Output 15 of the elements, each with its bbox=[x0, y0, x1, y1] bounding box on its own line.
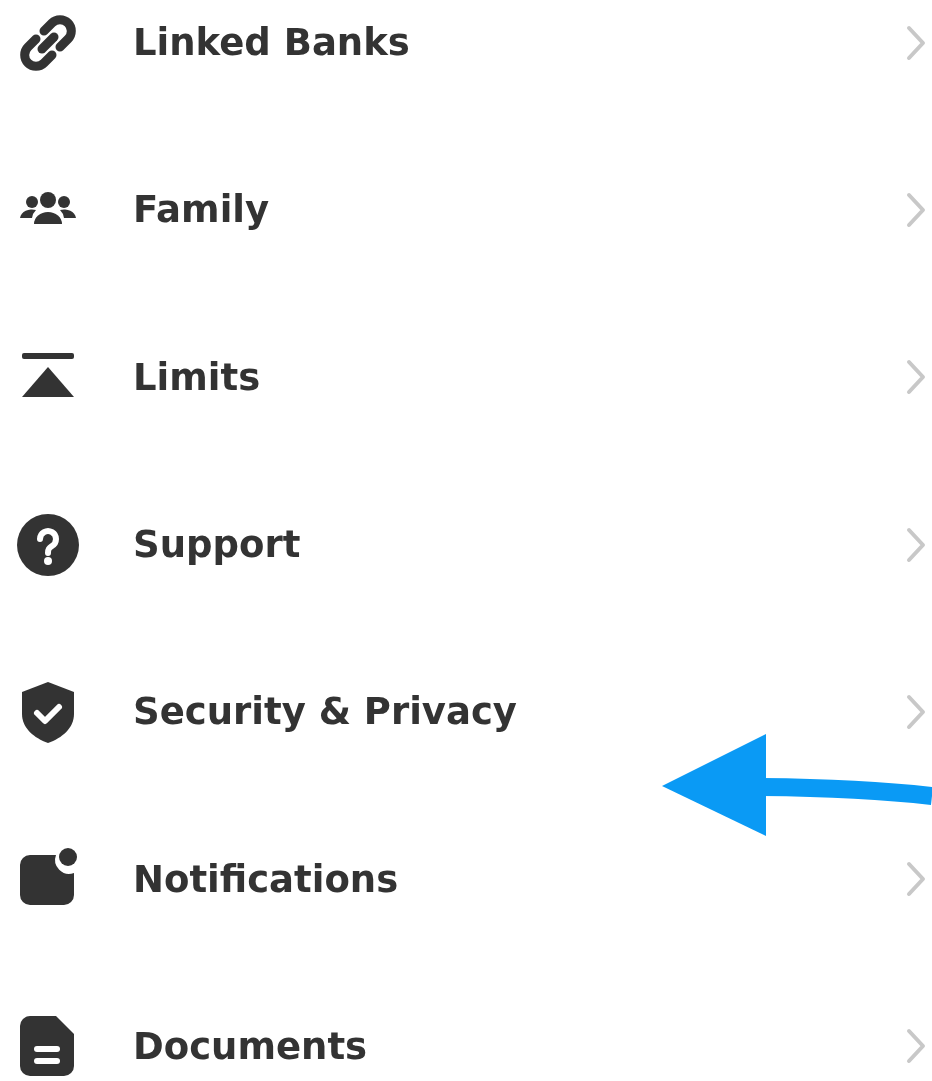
menu-item[interactable]: Family bbox=[0, 126, 932, 294]
chevron-icon bbox=[906, 693, 926, 730]
menu-item[interactable]: Documents bbox=[0, 962, 932, 1081]
menu-item[interactable]: Support bbox=[0, 460, 932, 629]
chevron-icon bbox=[906, 1028, 926, 1065]
menu-item[interactable]: Linked Banks bbox=[0, 0, 932, 127]
menu-item[interactable]: Security & Privacy bbox=[0, 628, 932, 796]
chevron-icon bbox=[906, 24, 926, 61]
chevron-icon bbox=[906, 861, 926, 898]
menu-item[interactable]: Notifications bbox=[0, 795, 932, 963]
chevron-icon bbox=[906, 526, 926, 563]
chevron-icon bbox=[906, 359, 926, 396]
help-icon bbox=[16, 512, 80, 577]
chevron-icon bbox=[906, 191, 926, 228]
menu-item[interactable]: Limits bbox=[0, 293, 932, 461]
